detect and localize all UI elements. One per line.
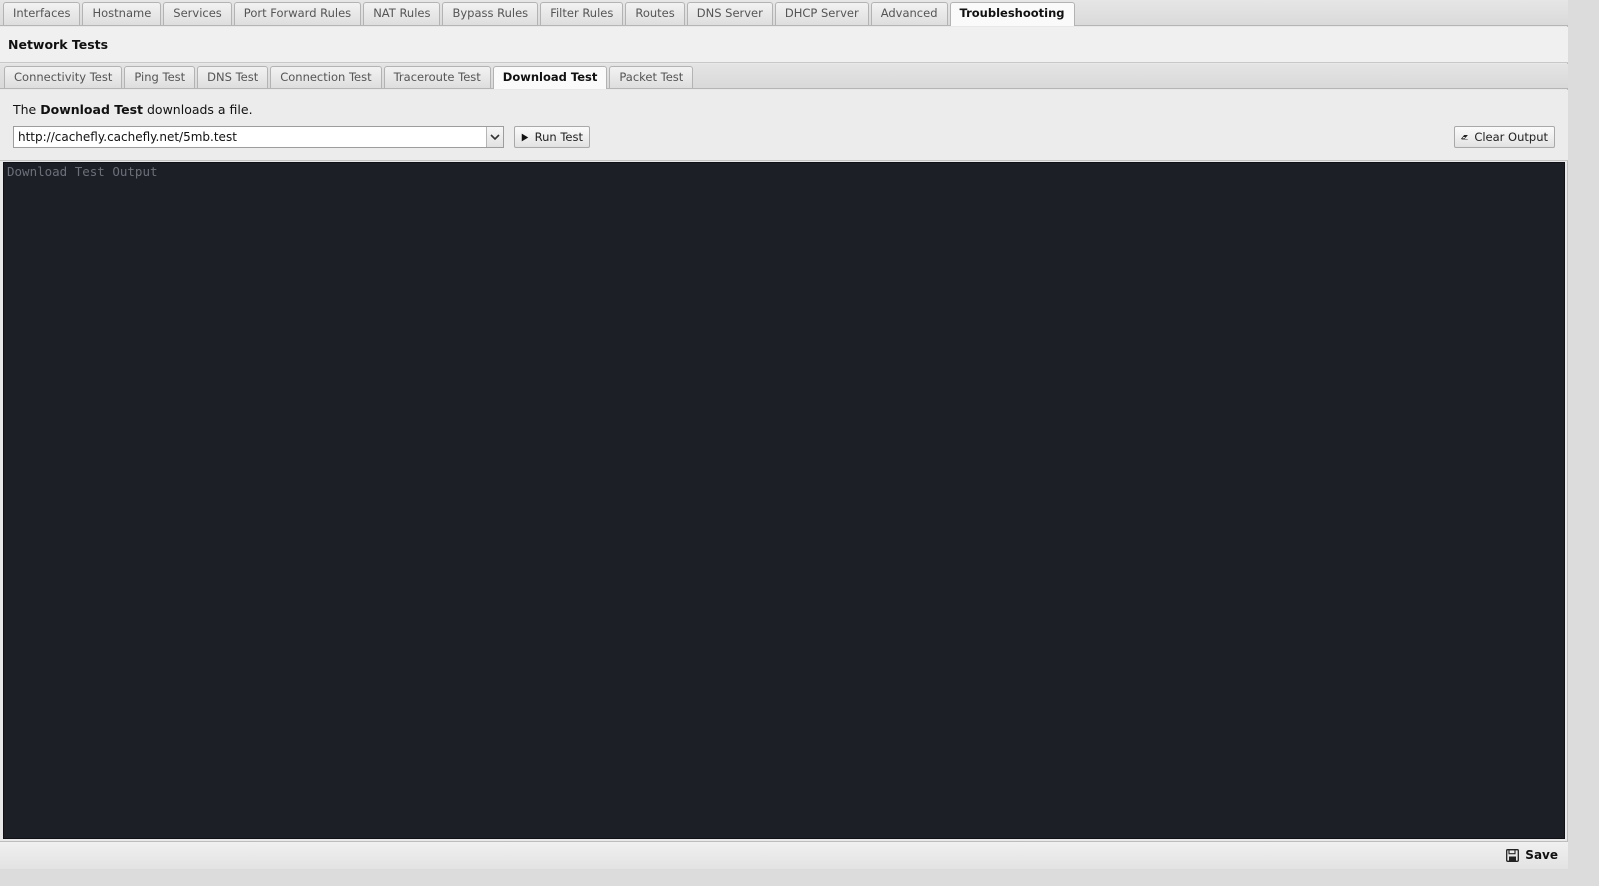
url-input[interactable]	[14, 127, 486, 147]
footer-bar: Save	[0, 841, 1568, 869]
test-controls: The Download Test downloads a file. Run …	[0, 90, 1568, 161]
output-placeholder: Download Test Output	[7, 164, 158, 179]
tab-dhcp-server[interactable]: DHCP Server	[774, 2, 869, 25]
clear-output-button[interactable]: Clear Output	[1454, 126, 1555, 148]
tab-interfaces[interactable]: Interfaces	[3, 2, 81, 25]
play-icon	[521, 133, 529, 141]
output-console[interactable]: Download Test Output	[3, 162, 1565, 839]
subtab-packet-test[interactable]: Packet Test	[609, 66, 694, 88]
subtab-connectivity-test[interactable]: Connectivity Test	[4, 66, 123, 88]
tab-hostname[interactable]: Hostname	[82, 2, 162, 25]
tab-filter-rules[interactable]: Filter Rules	[540, 2, 624, 25]
chevron-down-icon	[490, 133, 500, 140]
url-combobox[interactable]	[13, 126, 504, 148]
subtab-download-test[interactable]: Download Test	[492, 66, 608, 89]
url-dropdown-button[interactable]	[486, 127, 503, 147]
description-suffix: downloads a file.	[143, 102, 253, 117]
tab-port-forward-rules[interactable]: Port Forward Rules	[233, 2, 362, 25]
run-test-button[interactable]: Run Test	[514, 126, 590, 148]
main-tab-bar: Interfaces Hostname Services Port Forwar…	[0, 0, 1568, 26]
tab-nat-rules[interactable]: NAT Rules	[363, 2, 441, 25]
tab-routes[interactable]: Routes	[625, 2, 685, 25]
tab-services[interactable]: Services	[163, 2, 232, 25]
save-label: Save	[1525, 848, 1558, 862]
eraser-icon	[1461, 134, 1468, 140]
subtab-ping-test[interactable]: Ping Test	[124, 66, 196, 88]
tab-bypass-rules[interactable]: Bypass Rules	[442, 2, 539, 25]
floppy-disk-icon	[1506, 848, 1520, 862]
clear-output-label: Clear Output	[1474, 130, 1548, 144]
tab-advanced[interactable]: Advanced	[870, 2, 948, 25]
app-window: Interfaces Hostname Services Port Forwar…	[0, 0, 1568, 869]
description-prefix: The	[13, 102, 41, 117]
save-button[interactable]: Save	[1506, 848, 1558, 862]
run-test-label: Run Test	[534, 130, 583, 144]
subtab-dns-test[interactable]: DNS Test	[197, 66, 269, 88]
tab-dns-server[interactable]: DNS Server	[686, 2, 773, 25]
subtab-connection-test[interactable]: Connection Test	[270, 66, 382, 88]
subtab-traceroute-test[interactable]: Traceroute Test	[383, 66, 491, 88]
description-emphasis: Download Test	[40, 102, 144, 117]
test-description: The Download Test downloads a file.	[13, 102, 253, 117]
section-title: Network Tests	[0, 27, 1568, 63]
tab-troubleshooting[interactable]: Troubleshooting	[949, 2, 1075, 26]
sub-tab-bar: Connectivity Test Ping Test DNS Test Con…	[0, 64, 1568, 89]
